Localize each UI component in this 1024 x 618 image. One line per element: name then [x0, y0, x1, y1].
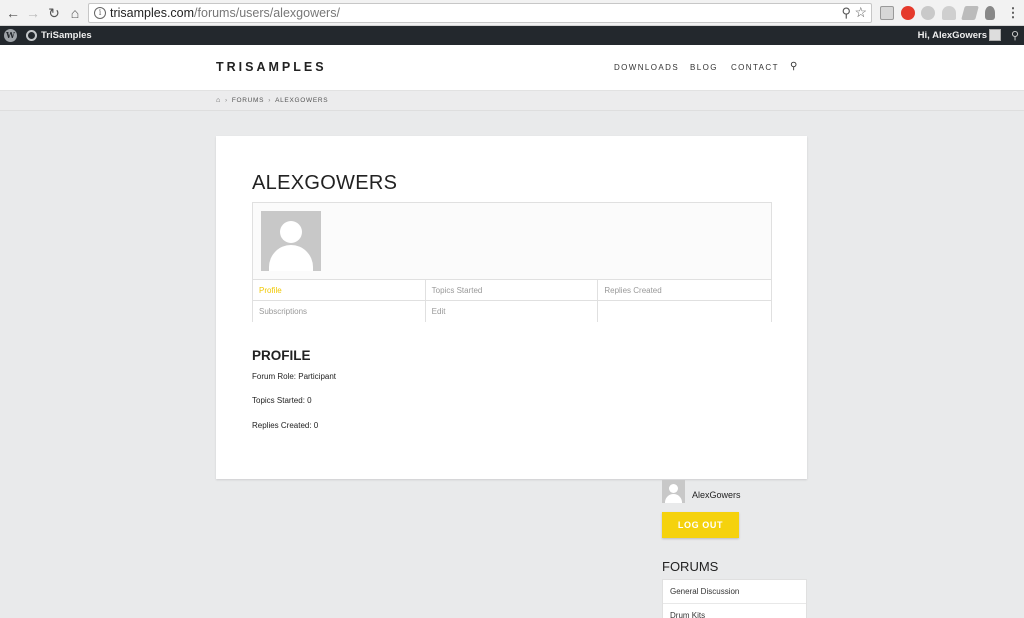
- logout-button[interactable]: LOG OUT: [662, 512, 739, 538]
- forums-heading: FORUMS: [662, 559, 719, 574]
- edit-tab[interactable]: Edit: [425, 301, 599, 322]
- admin-bar-avatar[interactable]: [989, 29, 1001, 41]
- forum-item-general-discussion[interactable]: General Discussion: [663, 580, 806, 604]
- avatar-body-shape: [269, 245, 313, 271]
- bookmark-star-icon[interactable]: ☆: [854, 4, 867, 21]
- site-logo[interactable]: TRISAMPLES: [216, 60, 327, 74]
- admin-bar-site-name[interactable]: TriSamples: [41, 30, 92, 41]
- gmail-extension-icon[interactable]: [880, 6, 894, 20]
- sidebar-avatar[interactable]: [662, 480, 685, 503]
- avatar-body-shape: [665, 494, 682, 503]
- forum-item-drum-kits[interactable]: Drum Kits: [663, 604, 806, 618]
- puzzle-extension-icon[interactable]: [942, 6, 956, 20]
- site-header: TRISAMPLES DOWNLOADS BLOG CONTACT ⚲: [0, 45, 1024, 91]
- home-crumb-icon[interactable]: ⌂: [216, 97, 221, 104]
- home-icon[interactable]: ⌂: [66, 4, 84, 22]
- info-icon[interactable]: i: [94, 7, 106, 19]
- profile-menu-row: Subscriptions Edit: [253, 301, 772, 322]
- zoom-icon[interactable]: ⚲: [841, 5, 851, 21]
- url-path: /forums/users/alexgowers/: [194, 6, 340, 20]
- opera-extension-icon[interactable]: [901, 6, 915, 20]
- profile-tab[interactable]: Profile: [253, 280, 426, 300]
- profile-card: ALEXGOWERS Profile Topics Started Replie…: [216, 136, 807, 479]
- subscriptions-tab[interactable]: Subscriptions: [253, 301, 426, 322]
- site-dashboard-icon: [26, 30, 37, 41]
- breadcrumb: ⌂ › FORUMS › ALEXGOWERS: [216, 97, 328, 104]
- breadcrumb-separator: ›: [224, 97, 228, 104]
- browser-toolbar: ← → ↻ ⌂ i trisamples.com/forums/users/al…: [0, 0, 1024, 26]
- breadcrumb-separator: ›: [268, 97, 272, 104]
- admin-bar-greeting[interactable]: Hi, AlexGowers: [918, 30, 987, 41]
- breadcrumb-forums[interactable]: FORUMS: [232, 97, 264, 104]
- replies-created-tab[interactable]: Replies Created: [598, 280, 772, 300]
- admin-bar-search-icon[interactable]: ⚲: [1011, 29, 1019, 42]
- avatar-head-shape: [669, 484, 678, 493]
- profile-menu: Profile Topics Started Replies Created S…: [253, 279, 772, 322]
- avatar-head-shape: [280, 221, 302, 243]
- cloud-extension-icon[interactable]: [921, 6, 935, 20]
- nav-downloads[interactable]: DOWNLOADS: [614, 63, 679, 72]
- breadcrumb-bar: ⌂ › FORUMS › ALEXGOWERS: [0, 91, 1024, 111]
- nav-contact[interactable]: CONTACT: [731, 63, 779, 72]
- empty-cell: [598, 301, 772, 322]
- address-url[interactable]: trisamples.com/forums/users/alexgowers/: [110, 6, 340, 20]
- pen-extension-icon[interactable]: [961, 6, 979, 20]
- topics-started-tab[interactable]: Topics Started: [425, 280, 599, 300]
- profile-box: Profile Topics Started Replies Created S…: [252, 202, 772, 322]
- sidebar-username[interactable]: AlexGowers: [692, 490, 741, 500]
- reload-icon[interactable]: ↻: [45, 4, 63, 22]
- search-icon[interactable]: ⚲: [790, 61, 797, 72]
- breadcrumb-current: ALEXGOWERS: [275, 97, 329, 104]
- forum-role: Forum Role: Participant: [252, 372, 337, 381]
- avatar: [261, 211, 321, 271]
- forum-list: General Discussion Drum Kits: [662, 579, 807, 618]
- topics-started-count: Topics Started: 0: [252, 396, 312, 405]
- address-bar[interactable]: i trisamples.com/forums/users/alexgowers…: [88, 3, 872, 23]
- menu-icon[interactable]: ⋮: [1004, 4, 1022, 22]
- url-host: trisamples.com: [110, 6, 195, 20]
- wp-admin-bar: W TriSamples Hi, AlexGowers ⚲: [0, 26, 1024, 45]
- profile-menu-row: Profile Topics Started Replies Created: [253, 280, 772, 301]
- nav-blog[interactable]: BLOG: [690, 63, 718, 72]
- page-title: ALEXGOWERS: [252, 172, 398, 194]
- wordpress-logo-icon[interactable]: W: [4, 29, 17, 42]
- replies-created-count: Replies Created: 0: [252, 421, 319, 430]
- section-title: PROFILE: [252, 348, 311, 363]
- bulb-extension-icon[interactable]: [985, 6, 995, 20]
- forward-icon[interactable]: →: [24, 4, 42, 22]
- back-icon[interactable]: ←: [4, 4, 22, 22]
